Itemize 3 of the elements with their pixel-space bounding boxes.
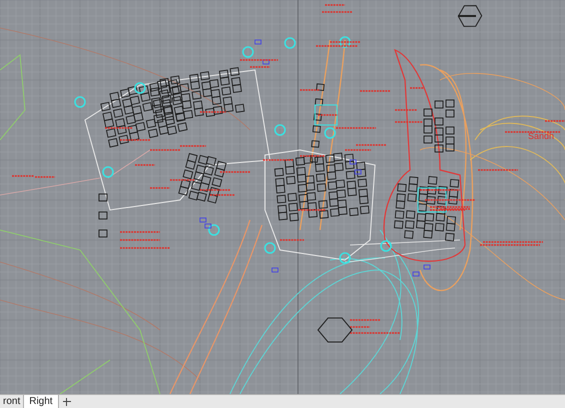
add-tab-icon[interactable] (62, 398, 71, 406)
viewport-tab[interactable]: Right (23, 395, 59, 408)
map-drawing: Sandh (0, 0, 565, 394)
